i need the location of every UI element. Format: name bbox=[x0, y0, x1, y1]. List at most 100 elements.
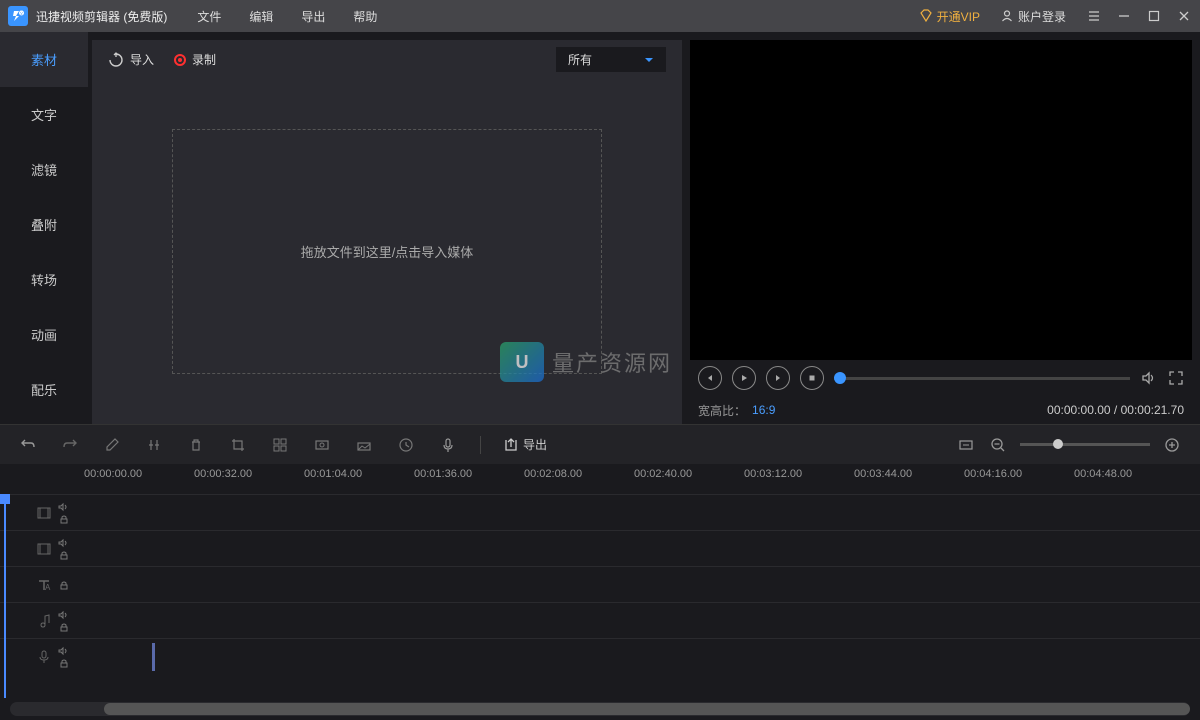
duration-tool[interactable] bbox=[396, 435, 416, 455]
ruler-mark: 00:02:40.00 bbox=[634, 468, 692, 480]
ruler-mark: 00:00:32.00 bbox=[194, 468, 252, 480]
ruler-mark: 00:01:04.00 bbox=[304, 468, 362, 480]
preview-info: 宽高比： 16:9 00:00:00.00 / 00:00:21.70 bbox=[690, 396, 1192, 424]
media-panel: 导入 录制 所有 拖放文件到这里/点击导入媒体 bbox=[92, 40, 682, 424]
track-audio[interactable] bbox=[0, 602, 1200, 638]
zoom-out-button[interactable] bbox=[988, 435, 1008, 455]
ruler-mark: 00:00:00.00 bbox=[84, 468, 142, 480]
voiceover-tool[interactable] bbox=[438, 435, 458, 455]
menu-edit[interactable]: 编辑 bbox=[249, 8, 273, 25]
fit-zoom-button[interactable] bbox=[956, 435, 976, 455]
export-label: 导出 bbox=[523, 436, 547, 453]
zoom-in-button[interactable] bbox=[1162, 435, 1182, 455]
zoom-thumb[interactable] bbox=[1053, 439, 1063, 449]
app-logo bbox=[8, 6, 28, 26]
split-tool[interactable] bbox=[144, 435, 164, 455]
media-dropzone[interactable]: 拖放文件到这里/点击导入媒体 bbox=[172, 129, 602, 374]
stop-button[interactable] bbox=[800, 366, 824, 390]
login-button[interactable]: 账户登录 bbox=[1000, 8, 1066, 25]
menu-icon[interactable] bbox=[1086, 8, 1102, 24]
menu-export[interactable]: 导出 bbox=[301, 8, 325, 25]
ruler-mark: 00:04:16.00 bbox=[964, 468, 1022, 480]
preview-progress[interactable] bbox=[834, 377, 1130, 380]
freeze-tool[interactable] bbox=[312, 435, 332, 455]
sidebar-tab-overlay[interactable]: 叠附 bbox=[0, 197, 88, 252]
lock-icon[interactable] bbox=[58, 514, 70, 524]
timeline-export-button[interactable]: 导出 bbox=[503, 436, 547, 453]
preview-controls bbox=[690, 360, 1192, 396]
lock-icon[interactable] bbox=[58, 622, 70, 632]
titlebar: 迅捷视频剪辑器 (免费版) 文件 编辑 导出 帮助 开通VIP 账户登录 bbox=[0, 0, 1200, 32]
vip-button[interactable]: 开通VIP bbox=[919, 8, 980, 25]
redo-button[interactable] bbox=[60, 435, 80, 455]
import-button[interactable]: 导入 bbox=[108, 51, 154, 68]
sidebar-tab-animation[interactable]: 动画 bbox=[0, 307, 88, 362]
text-icon: A bbox=[36, 577, 52, 593]
record-button[interactable]: 录制 bbox=[174, 51, 216, 68]
sidebar-tab-transition[interactable]: 转场 bbox=[0, 252, 88, 307]
media-filter-select[interactable]: 所有 bbox=[556, 47, 666, 72]
sidebar-tab-music[interactable]: 配乐 bbox=[0, 362, 88, 417]
vip-label: 开通VIP bbox=[937, 8, 980, 25]
undo-button[interactable] bbox=[18, 435, 38, 455]
close-button[interactable] bbox=[1176, 8, 1192, 24]
aspect-label: 宽高比： bbox=[698, 402, 746, 419]
fullscreen-button[interactable] bbox=[1168, 370, 1184, 386]
mic-icon bbox=[36, 649, 52, 665]
lock-icon[interactable] bbox=[58, 550, 70, 560]
main-menu: 文件 编辑 导出 帮助 bbox=[197, 8, 377, 25]
dropzone-text: 拖放文件到这里/点击导入媒体 bbox=[301, 242, 474, 261]
filter-label: 所有 bbox=[568, 51, 592, 68]
login-label: 账户登录 bbox=[1018, 8, 1066, 25]
volume-icon[interactable] bbox=[58, 538, 70, 548]
maximize-button[interactable] bbox=[1146, 8, 1162, 24]
diamond-icon bbox=[919, 9, 933, 23]
track-head bbox=[0, 603, 80, 638]
track-head bbox=[0, 531, 80, 566]
zoom-controls bbox=[956, 435, 1182, 455]
track-head bbox=[0, 495, 80, 530]
user-icon bbox=[1000, 9, 1014, 23]
prev-frame-button[interactable] bbox=[698, 366, 722, 390]
track-voice[interactable] bbox=[0, 638, 1200, 674]
volume-icon bbox=[1140, 369, 1158, 387]
main-area: 素材 文字 滤镜 叠附 转场 动画 配乐 导入 录制 所有 拖放文件到这里/点击… bbox=[0, 32, 1200, 424]
mosaic-tool[interactable] bbox=[270, 435, 290, 455]
sidebar-tab-text[interactable]: 文字 bbox=[0, 87, 88, 142]
film-icon bbox=[36, 541, 52, 557]
volume-icon[interactable] bbox=[58, 646, 70, 656]
sidebar-tab-filter[interactable]: 滤镜 bbox=[0, 142, 88, 197]
ruler-mark: 00:03:12.00 bbox=[744, 468, 802, 480]
preview-screen[interactable] bbox=[690, 40, 1192, 360]
zoom-tool[interactable] bbox=[354, 435, 374, 455]
edit-tool[interactable] bbox=[102, 435, 122, 455]
sidebar-tab-media[interactable]: 素材 bbox=[0, 32, 88, 87]
lock-icon[interactable] bbox=[58, 580, 70, 590]
track-text[interactable]: A bbox=[0, 566, 1200, 602]
tracks: A bbox=[0, 494, 1200, 698]
ruler-mark: 00:01:36.00 bbox=[414, 468, 472, 480]
play-button[interactable] bbox=[732, 366, 756, 390]
zoom-slider[interactable] bbox=[1020, 443, 1150, 446]
delete-tool[interactable] bbox=[186, 435, 206, 455]
minimize-button[interactable] bbox=[1116, 8, 1132, 24]
sidebar: 素材 文字 滤镜 叠附 转场 动画 配乐 bbox=[0, 32, 88, 424]
track-video-2[interactable] bbox=[0, 530, 1200, 566]
timeline-scrollbar[interactable] bbox=[10, 702, 1190, 716]
preview-progress-thumb[interactable] bbox=[834, 372, 846, 384]
aspect-value[interactable]: 16:9 bbox=[752, 403, 775, 417]
next-frame-button[interactable] bbox=[766, 366, 790, 390]
film-icon bbox=[36, 505, 52, 521]
ruler-mark: 00:03:44.00 bbox=[854, 468, 912, 480]
volume-button[interactable] bbox=[1140, 369, 1158, 387]
track-video-1[interactable] bbox=[0, 494, 1200, 530]
playhead[interactable] bbox=[4, 494, 6, 698]
volume-icon[interactable] bbox=[58, 610, 70, 620]
crop-tool[interactable] bbox=[228, 435, 248, 455]
menu-help[interactable]: 帮助 bbox=[353, 8, 377, 25]
lock-icon[interactable] bbox=[58, 658, 70, 668]
scrollbar-thumb[interactable] bbox=[104, 703, 1190, 715]
volume-icon[interactable] bbox=[58, 502, 70, 512]
timeline-ruler[interactable]: 00:00:00.00 00:00:32.00 00:01:04.00 00:0… bbox=[80, 464, 1200, 494]
menu-file[interactable]: 文件 bbox=[197, 8, 221, 25]
